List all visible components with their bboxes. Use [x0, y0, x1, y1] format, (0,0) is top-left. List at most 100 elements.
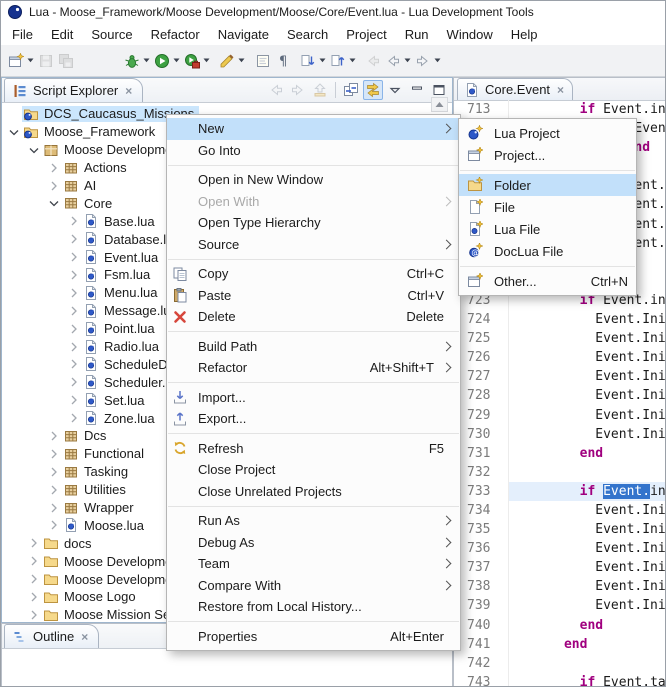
chevron-collapsed-icon[interactable]	[46, 160, 62, 176]
menu-item-open-with[interactable]: Open With	[167, 191, 460, 213]
chevron-collapsed-icon[interactable]	[66, 392, 82, 408]
chevron-collapsed-icon[interactable]	[66, 267, 82, 283]
run-button[interactable]	[152, 49, 182, 73]
chevron-collapsed-icon[interactable]	[46, 500, 62, 516]
code-line[interactable]: 713 if Event.initiator then	[454, 100, 666, 119]
chevron-collapsed-icon[interactable]	[66, 321, 82, 337]
dropdown-arrow-icon[interactable]	[143, 58, 150, 63]
dropdown-arrow-icon[interactable]	[173, 58, 180, 63]
menubar-item-project[interactable]: Project	[337, 25, 395, 44]
menubar-item-help[interactable]: Help	[502, 25, 547, 44]
chevron-collapsed-icon[interactable]	[26, 607, 42, 622]
chevron-collapsed-icon[interactable]	[66, 374, 82, 390]
menu-item-lua-project[interactable]: Lua Project	[459, 122, 636, 144]
dropdown-arrow-icon[interactable]	[349, 58, 356, 63]
debug-button[interactable]	[122, 49, 152, 73]
menu-item-build-path[interactable]: Build Path	[167, 336, 460, 358]
code-line[interactable]: 726 Event.IniUnitName = Event.IniDCSUnit…	[454, 348, 666, 367]
menu-item-close-unrelated-projects[interactable]: Close Unrelated Projects	[167, 481, 460, 503]
tab-core-event[interactable]: Core.Event ×	[457, 78, 573, 100]
chevron-collapsed-icon[interactable]	[26, 571, 42, 587]
menu-item-debug-as[interactable]: Debug As	[167, 532, 460, 554]
menu-item-new[interactable]: New	[167, 118, 460, 140]
back-button[interactable]	[383, 49, 413, 73]
chevron-expanded-icon[interactable]	[6, 124, 22, 140]
menu-item-refactor[interactable]: RefactorAlt+Shift+T	[167, 357, 460, 379]
menubar-item-search[interactable]: Search	[278, 25, 337, 44]
menu-item-team[interactable]: Team	[167, 553, 460, 575]
code-line[interactable]: 729 Event.IniDCSGroupName = Event.IniDCS…	[454, 406, 666, 425]
chevron-collapsed-icon[interactable]	[46, 482, 62, 498]
code-line[interactable]: 727 Event.IniUnit = UNIT:FindByName( Eve…	[454, 367, 666, 386]
code-line[interactable]: 735 Event.IniDCSUnitName = Event.IniDCSU…	[454, 520, 666, 539]
next-annotation-button[interactable]	[298, 49, 328, 73]
code-line[interactable]: 742	[454, 654, 666, 673]
menu-item-project[interactable]: Project...	[459, 144, 636, 166]
dropdown-arrow-icon[interactable]	[434, 58, 441, 63]
code-line[interactable]: 743 if Event.target then	[454, 673, 666, 687]
mark-occurrences-button[interactable]	[253, 49, 273, 73]
close-icon[interactable]: ×	[125, 84, 132, 98]
menubar-item-source[interactable]: Source	[82, 25, 141, 44]
code-line[interactable]: 741 end	[454, 635, 666, 654]
close-icon[interactable]: ×	[81, 630, 88, 644]
chevron-collapsed-icon[interactable]	[66, 285, 82, 301]
chevron-collapsed-icon[interactable]	[46, 464, 62, 480]
menu-item-run-as[interactable]: Run As	[167, 510, 460, 532]
menubar-item-window[interactable]: Window	[438, 25, 502, 44]
code-line[interactable]: 725 Event.IniDCSUnitName = Event.IniDCSU…	[454, 329, 666, 348]
menu-item-folder[interactable]: Folder	[459, 174, 636, 196]
minimize-button[interactable]	[407, 80, 427, 100]
menu-item-properties[interactable]: PropertiesAlt+Enter	[167, 626, 460, 648]
menu-item-refresh[interactable]: RefreshF5	[167, 438, 460, 460]
view-menu-button[interactable]	[385, 80, 405, 100]
tab-outline[interactable]: Outline ×	[4, 624, 99, 648]
chevron-collapsed-icon[interactable]	[46, 446, 62, 462]
new-button[interactable]	[6, 49, 36, 73]
dropdown-arrow-icon[interactable]	[27, 58, 34, 63]
previous-annotation-button[interactable]	[328, 49, 358, 73]
menu-item-lua-file[interactable]: Lua File	[459, 218, 636, 240]
menu-item-open-in-new-window[interactable]: Open in New Window	[167, 169, 460, 191]
menu-item-file[interactable]: File	[459, 196, 636, 218]
close-icon[interactable]: ×	[557, 83, 564, 97]
menubar-item-run[interactable]: Run	[396, 25, 438, 44]
chevron-collapsed-icon[interactable]	[26, 553, 42, 569]
chevron-collapsed-icon[interactable]	[66, 410, 82, 426]
menu-item-close-project[interactable]: Close Project	[167, 459, 460, 481]
chevron-collapsed-icon[interactable]	[66, 213, 82, 229]
menu-item-export[interactable]: Export...	[167, 408, 460, 430]
dropdown-arrow-icon[interactable]	[319, 58, 326, 63]
code-line[interactable]: 728 Event.IniDCSGroup = Event.IniDCSUnit…	[454, 386, 666, 405]
collapse-all-button[interactable]	[341, 80, 361, 100]
menu-item-paste[interactable]: PasteCtrl+V	[167, 285, 460, 307]
code-line[interactable]: 740 end	[454, 616, 666, 635]
menu-item-restore-from-local-history[interactable]: Restore from Local History...	[167, 596, 460, 618]
menu-item-copy[interactable]: CopyCtrl+C	[167, 263, 460, 285]
forward-button[interactable]	[413, 49, 443, 73]
chevron-collapsed-icon[interactable]	[26, 589, 42, 605]
highlighter-button[interactable]	[217, 49, 247, 73]
tree-scrollbar-up-button[interactable]	[431, 97, 448, 112]
menu-item-import[interactable]: Import...	[167, 387, 460, 409]
menubar-item-refactor[interactable]: Refactor	[142, 25, 209, 44]
show-whitespace-button[interactable]: ¶	[273, 49, 293, 73]
menubar-item-navigate[interactable]: Navigate	[209, 25, 278, 44]
code-line[interactable]: 736 Event.IniUnitName = Event.IniDCSUnit…	[454, 539, 666, 558]
chevron-expanded-icon[interactable]	[26, 142, 42, 158]
chevron-collapsed-icon[interactable]	[66, 356, 82, 372]
dropdown-arrow-icon[interactable]	[203, 58, 210, 63]
code-line[interactable]: 730 Event.IniGroupName = Event.IniDCSGro…	[454, 425, 666, 444]
chevron-collapsed-icon[interactable]	[66, 231, 82, 247]
menu-item-doclua-file[interactable]: @DocLua File	[459, 240, 636, 262]
menu-item-delete[interactable]: DeleteDelete	[167, 306, 460, 328]
code-line[interactable]: 739 Event.IniDCSGroupName = Event.IniDCS…	[454, 596, 666, 615]
code-line[interactable]: 732	[454, 463, 666, 482]
code-line[interactable]: 738 Event.IniDCSGroup = Event.IniDCSUnit…	[454, 577, 666, 596]
chevron-expanded-icon[interactable]	[46, 195, 62, 211]
code-line[interactable]: 734 Event.IniDCSUnit = Event.initiator	[454, 501, 666, 520]
external-tools-button[interactable]	[182, 49, 212, 73]
chevron-collapsed-icon[interactable]	[46, 178, 62, 194]
code-line[interactable]: 737 Event.IniUnit = UNIT:FindByName( Eve…	[454, 558, 666, 577]
dropdown-arrow-icon[interactable]	[238, 58, 245, 63]
